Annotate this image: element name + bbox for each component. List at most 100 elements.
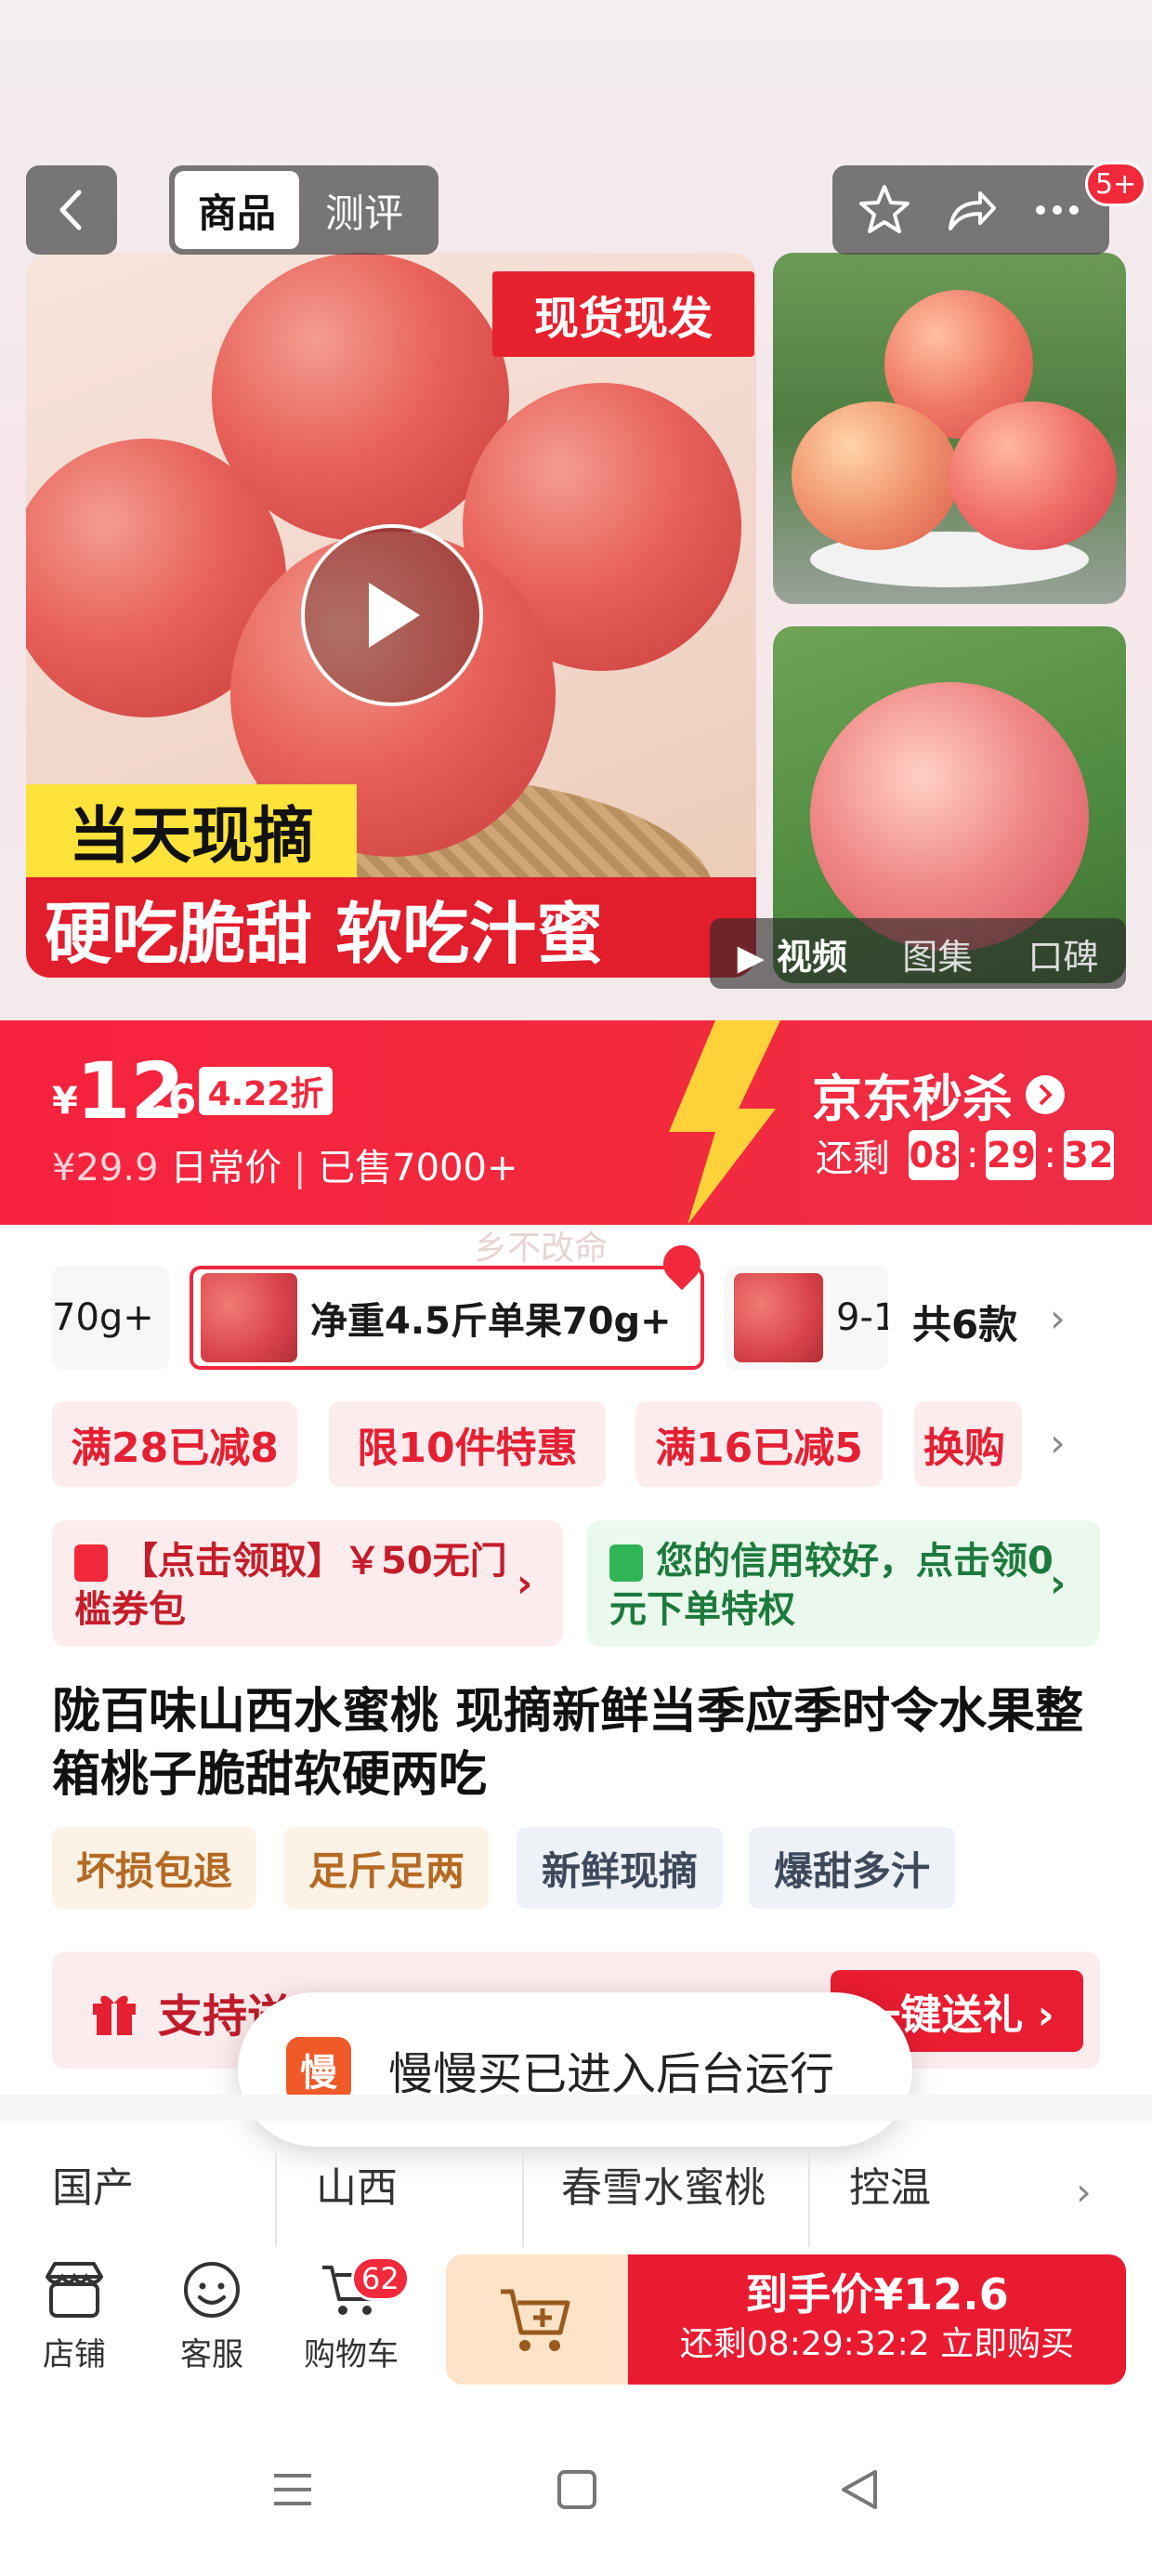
price-decimal: .6 — [152, 1076, 197, 1124]
countdown-hours: 08 — [909, 1130, 959, 1180]
attribute-value: 山西 — [316, 2164, 398, 2212]
countdown-seconds: 32 — [1063, 1130, 1114, 1180]
chevron-right-icon — [1026, 1074, 1065, 1114]
system-navigation-bar — [0, 2399, 1152, 2576]
promo-tag[interactable]: 限10件特惠 — [329, 1401, 606, 1487]
tab-product[interactable]: 商品 — [175, 171, 299, 249]
service-tag: 足斤足两 — [284, 1827, 489, 1909]
feature-tag: 新鲜现摘 — [517, 1827, 723, 1909]
play-icon — [369, 583, 420, 648]
tab-reviews-media[interactable]: 口碑 — [1028, 928, 1098, 979]
sku-label: 净重4.5斤单果70g+ — [310, 1300, 672, 1343]
service-tag: 坏损包退 — [52, 1827, 256, 1909]
attribute-origin: 山西原产地 — [316, 2154, 427, 2251]
chevron-right-icon: › — [1050, 1560, 1067, 1606]
more-icon[interactable] — [1029, 182, 1085, 238]
attribute-value: 控温 — [849, 2164, 931, 2212]
sku-option[interactable]: 70g+ — [52, 1266, 169, 1370]
shop-label: 店铺 — [43, 2336, 106, 2373]
coupon-pack-button[interactable]: 【点击领取】￥50无门槛券包 › — [52, 1520, 563, 1647]
page-tabs: 商品 测评 — [169, 165, 439, 255]
media-tabs: ▶ 视频 图集 口碑 — [710, 918, 1126, 989]
chevron-left-icon — [59, 190, 82, 230]
separator: | — [293, 1147, 307, 1189]
bag-icon — [609, 1544, 643, 1582]
promo-tag[interactable]: 换购 — [914, 1401, 1022, 1487]
sku-thumbnail — [201, 1273, 297, 1362]
chevron-right-icon[interactable]: › — [1050, 1295, 1066, 1341]
chevron-right-icon: › — [1076, 2169, 1092, 2215]
credit-privilege-button[interactable]: 您的信用较好，点击领0元下单特权 › — [587, 1520, 1100, 1647]
promo-tag[interactable]: 满16已减5 — [635, 1401, 883, 1487]
coupon-icon — [74, 1544, 108, 1582]
menu-icon[interactable] — [269, 2466, 316, 2513]
buy-price: 到手价¥12.6 — [745, 2269, 1009, 2320]
in-stock-stamp: 现货现发 — [492, 271, 754, 357]
seckill-link[interactable]: 京东秒杀 — [812, 1058, 1065, 1131]
coupon-text: 【点击领取】￥50无门槛券包 — [74, 1540, 507, 1631]
countdown-minutes: 29 — [986, 1130, 1037, 1180]
attribute-origin-type: 国产国产/进口 — [52, 2154, 213, 2251]
taste-slogan: 硬吃脆甜 软吃汁蜜 — [26, 877, 756, 978]
home-square-icon[interactable] — [554, 2466, 600, 2513]
toast-text: 慢慢买已进入后台运行 — [388, 2048, 835, 2100]
divider — [522, 2152, 524, 2251]
tab-video[interactable]: ▶ 视频 — [738, 928, 847, 979]
top-actions — [832, 165, 1109, 255]
add-cart-icon — [501, 2289, 570, 2351]
countdown: 还剩 08: 29: 32 — [816, 1128, 1114, 1182]
chevron-right-icon[interactable]: › — [1050, 1420, 1066, 1465]
original-price-label: 日常价 — [170, 1147, 282, 1189]
attribute-variety: 春雪水蜜桃特产品类 — [561, 2154, 766, 2251]
lightning-icon — [669, 1020, 780, 1225]
feature-tag: 爆甜多汁 — [749, 1827, 955, 1909]
star-icon[interactable] — [857, 182, 912, 238]
sku-option-selected[interactable]: 净重4.5斤单果70g+ — [190, 1266, 704, 1370]
add-to-cart-button[interactable] — [446, 2254, 628, 2385]
divider — [275, 2152, 277, 2251]
peach-graphic — [949, 401, 1117, 550]
promo-tag[interactable]: 满28已减8 — [52, 1401, 297, 1487]
product-title: 陇百味山西水蜜桃 现摘新鲜当季应季时令水果整箱桃子脆甜软硬两吃 — [52, 1684, 1084, 1803]
attribute-value: 春雪水蜜桃 — [561, 2164, 766, 2212]
store-icon — [46, 2262, 103, 2318]
watermark: 乡不改命 — [474, 1229, 609, 1268]
sku-option[interactable]: 9-1 — [725, 1266, 888, 1370]
attribute-strip[interactable]: 国产国产/进口 山西原产地 春雪水蜜桃特产品类 控温储存条件 › — [0, 2121, 1152, 2251]
buy-now-button[interactable]: 到手价¥12.6 还剩08:29:32:2 立即购买 — [628, 2254, 1126, 2385]
customer-service-button[interactable]: 客服 — [156, 2260, 268, 2374]
product-gallery: 现货现发 当天现摘 硬吃脆甜 软吃汁蜜 ▶ 视频 图集 口碑 商品 测评 5+ — [0, 0, 1152, 1020]
original-price-line: ¥29.9 日常价 | 已售7000+ — [52, 1137, 517, 1191]
tab-review[interactable]: 测评 — [299, 171, 429, 249]
peach-graphic — [810, 682, 1089, 952]
smile-chat-icon — [184, 2262, 240, 2318]
back-triangle-icon[interactable] — [836, 2466, 883, 2513]
sku-count[interactable]: 共6款 — [912, 1294, 1017, 1350]
service-label: 客服 — [180, 2336, 243, 2373]
cart-label: 购物车 — [304, 2336, 399, 2373]
peach-graphic — [792, 401, 959, 550]
main-product-image[interactable]: 现货现发 当天现摘 硬吃脆甜 软吃汁蜜 — [26, 253, 756, 978]
picked-today-tag: 当天现摘 — [26, 784, 357, 877]
gift-icon — [93, 1995, 136, 2035]
countdown-label: 还剩 — [816, 1137, 890, 1180]
shop-button[interactable]: 店铺 — [19, 2260, 130, 2374]
notification-badge: 5+ — [1085, 162, 1147, 206]
sku-label: 70g+ — [52, 1296, 154, 1339]
price-currency: ¥ — [52, 1080, 78, 1123]
gallery-thumbnail[interactable] — [773, 253, 1126, 604]
attribute-value: 国产 — [52, 2164, 134, 2212]
discount-badge: 4.22折 — [199, 1067, 333, 1115]
seckill-label: 京东秒杀 — [812, 1070, 1013, 1128]
sold-count: 已售7000+ — [318, 1147, 518, 1189]
play-video-button[interactable] — [301, 524, 483, 706]
sku-label: 9-1 — [836, 1296, 888, 1339]
back-button[interactable] — [26, 165, 117, 255]
share-icon[interactable] — [943, 182, 999, 238]
buy-countdown: 还剩08:29:32:2 立即购买 — [679, 2325, 1075, 2363]
credit-text: 您的信用较好，点击领0元下单特权 — [609, 1540, 1054, 1631]
app-icon: 慢 — [286, 2037, 351, 2102]
tab-gallery[interactable]: 图集 — [902, 928, 973, 979]
original-price: ¥29.9 — [52, 1147, 159, 1189]
section-divider — [0, 2095, 1152, 2121]
